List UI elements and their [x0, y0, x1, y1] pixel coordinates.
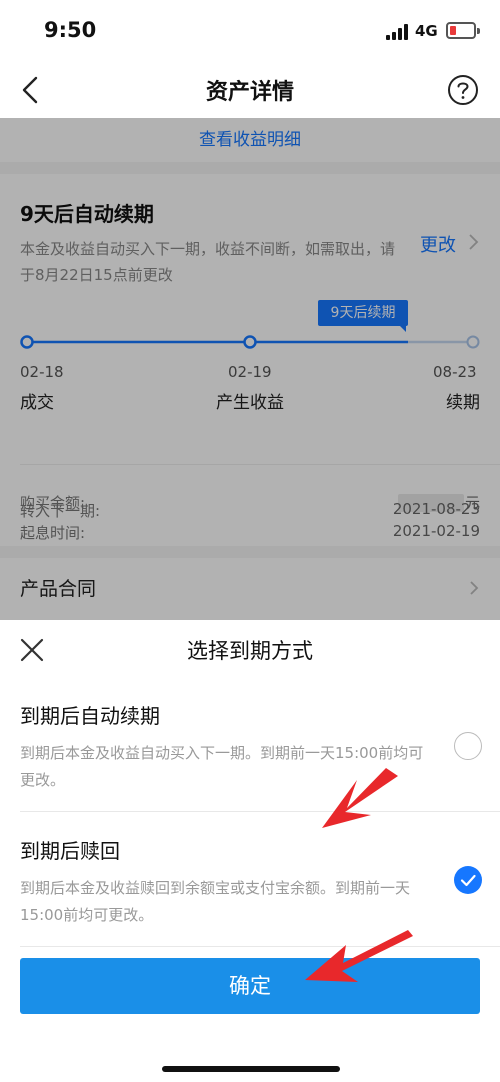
option-auto-renew[interactable]: 到期后自动续期 到期后本金及收益自动买入下一期。到期前一天15:00前均可更改。	[0, 700, 500, 810]
status-time: 9:50	[44, 18, 97, 42]
nav-bar: 资产详情	[0, 62, 500, 118]
divider	[20, 811, 500, 812]
radio-selected[interactable]	[454, 866, 482, 894]
home-indicator	[162, 1066, 340, 1072]
radio-unselected[interactable]	[454, 732, 482, 760]
sheet-title: 选择到期方式	[187, 639, 313, 663]
option-redeem[interactable]: 到期后赎回 到期后本金及收益赎回到余额宝或支付宝余额。到期前一天15:00前均可…	[0, 835, 500, 945]
modal-overlay[interactable]	[0, 118, 500, 620]
option-title: 到期后赎回	[20, 839, 120, 863]
help-icon[interactable]	[446, 73, 480, 107]
option-title: 到期后自动续期	[20, 704, 160, 728]
signal-icon	[386, 24, 410, 40]
battery-icon	[446, 22, 480, 39]
option-description: 到期后本金及收益自动买入下一期。到期前一天15:00前均可更改。	[20, 744, 424, 789]
check-icon	[460, 874, 476, 887]
network-label: 4G	[415, 22, 438, 40]
status-bar: 9:50 4G	[0, 0, 500, 62]
maturity-option-sheet: 选择到期方式 到期后自动续期 到期后本金及收益自动买入下一期。到期前一天15:0…	[0, 620, 500, 1082]
confirm-button[interactable]: 确定	[20, 958, 480, 1014]
page-title: 资产详情	[205, 80, 294, 105]
divider	[20, 946, 500, 947]
option-description: 到期后本金及收益赎回到余额宝或支付宝余额。到期前一天15:00前均可更改。	[20, 879, 411, 924]
